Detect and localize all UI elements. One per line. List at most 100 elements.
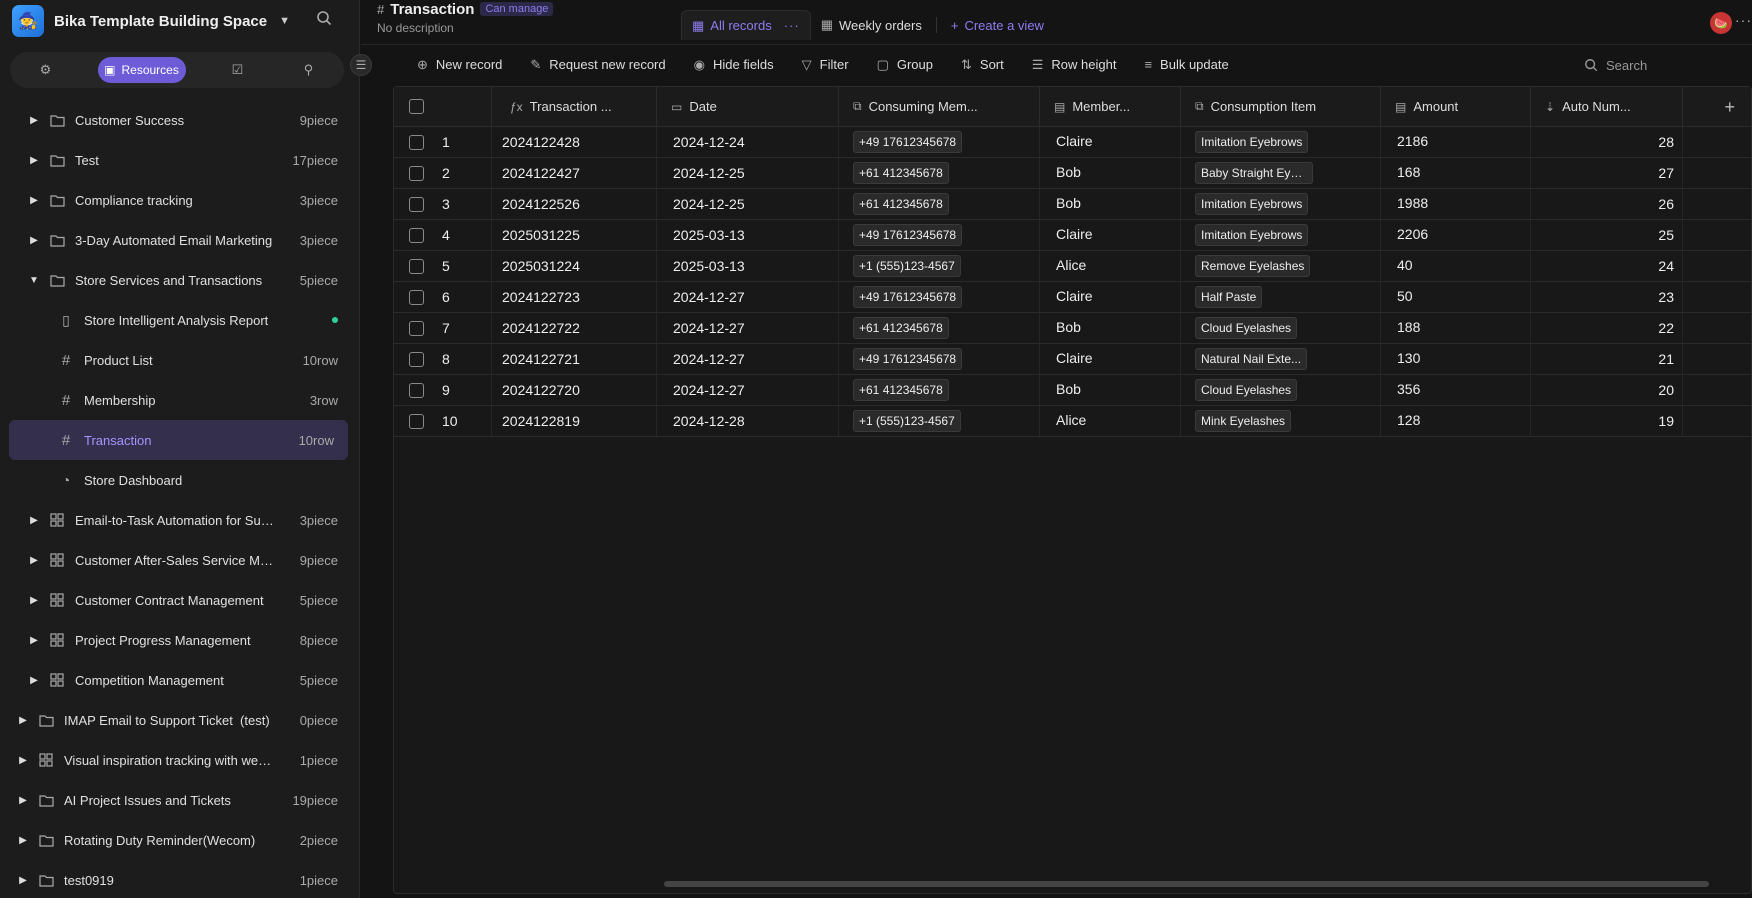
amount-cell[interactable]: 40 xyxy=(1381,251,1531,281)
avatar[interactable]: 🍉 xyxy=(1710,12,1732,34)
table-row[interactable]: 3 2024122526 2024-12-25 +61 412345678 Bob Imi… xyxy=(394,189,1751,220)
consuming-member-cell[interactable]: +49 17612345678 xyxy=(839,282,1040,312)
space-switcher[interactable]: 🧙 Bika Template Building Space ▼ xyxy=(12,4,290,38)
search-input[interactable]: Search xyxy=(1572,50,1752,80)
row-checkbox[interactable] xyxy=(409,227,424,243)
amount-cell[interactable]: 1988 xyxy=(1381,189,1531,219)
auto-number-cell[interactable]: 27 xyxy=(1531,158,1683,188)
auto-number-cell[interactable]: 23 xyxy=(1531,282,1683,312)
date-cell[interactable]: 2024-12-27 xyxy=(657,313,839,343)
caret-right-icon[interactable]: ▶ xyxy=(18,795,28,806)
member-cell[interactable]: Claire xyxy=(1040,127,1181,157)
auto-number-cell[interactable]: 25 xyxy=(1531,220,1683,250)
tab-pinned[interactable]: ⚲ xyxy=(290,57,328,83)
date-cell[interactable]: 2024-12-27 xyxy=(657,282,839,312)
member-cell[interactable]: Claire xyxy=(1040,344,1181,374)
consuming-member-cell[interactable]: +49 17612345678 xyxy=(839,220,1040,250)
sidebar-item[interactable]: ▶ Competition Management 5piece xyxy=(0,660,360,700)
page-description[interactable]: No description xyxy=(377,21,553,35)
row-checkbox[interactable] xyxy=(409,165,424,181)
tab-weekly-orders[interactable]: ▦ Weekly orders xyxy=(811,10,932,40)
member-cell[interactable]: Alice xyxy=(1040,406,1181,436)
amount-cell[interactable]: 2186 xyxy=(1381,127,1531,157)
consumption-item-cell[interactable]: Cloud Eyelashes xyxy=(1181,313,1381,343)
amount-cell[interactable]: 356 xyxy=(1381,375,1531,405)
member-cell[interactable]: Claire xyxy=(1040,282,1181,312)
bulk-update-button[interactable]: ≡ Bulk update xyxy=(1132,50,1240,80)
more-options-icon[interactable]: ··· xyxy=(1735,12,1752,28)
table-row[interactable]: 1 2024122428 2024-12-24 +49 17612345678 Clai… xyxy=(394,127,1751,158)
row-checkbox[interactable] xyxy=(409,258,424,274)
transaction-id-cell[interactable]: 2025031224 xyxy=(492,251,657,281)
sidebar-item[interactable]: ◔ Store Dashboard xyxy=(0,460,360,500)
table-row[interactable]: 7 2024122722 2024-12-27 +61 412345678 Bob Clo… xyxy=(394,313,1751,344)
consuming-member-cell[interactable]: +61 412345678 xyxy=(839,158,1040,188)
sidebar-item[interactable]: # Product List 10row xyxy=(0,340,360,380)
consumption-item-cell[interactable]: Half Paste xyxy=(1181,282,1381,312)
table-row[interactable]: 8 2024122721 2024-12-27 +49 17612345678 Clai… xyxy=(394,344,1751,375)
table-row[interactable]: 6 2024122723 2024-12-27 +49 17612345678 Clai… xyxy=(394,282,1751,313)
member-cell[interactable]: Bob xyxy=(1040,375,1181,405)
sidebar-item[interactable]: ▶ Rotating Duty Reminder(Wecom) 2piece xyxy=(0,820,360,860)
consumption-item-cell[interactable]: Imitation Eyebrows xyxy=(1181,127,1381,157)
member-cell[interactable]: Bob xyxy=(1040,158,1181,188)
member-cell[interactable]: Alice xyxy=(1040,251,1181,281)
caret-right-icon[interactable]: ▶ xyxy=(29,515,39,526)
sidebar-item[interactable]: ▶ IMAP Email to Support Ticket (test) 0pie… xyxy=(0,700,360,740)
transaction-id-cell[interactable]: 2024122819 xyxy=(492,406,657,436)
consumption-item-cell[interactable]: Remove Eyelashes xyxy=(1181,251,1381,281)
more-icon[interactable]: ··· xyxy=(784,18,800,33)
column-header[interactable]: ⇣ Auto Num... xyxy=(1531,87,1683,126)
member-cell[interactable]: Claire xyxy=(1040,220,1181,250)
row-checkbox[interactable] xyxy=(409,196,424,212)
table-row[interactable]: 9 2024122720 2024-12-27 +61 412345678 Bob Clo… xyxy=(394,375,1751,406)
table-row[interactable]: 5 2025031224 2025-03-13 +1 (555)123-4567 Ali… xyxy=(394,251,1751,282)
table-row[interactable]: 2 2024122427 2024-12-25 +61 412345678 Bob Bab… xyxy=(394,158,1751,189)
consuming-member-cell[interactable]: +49 17612345678 xyxy=(839,344,1040,374)
transaction-id-cell[interactable]: 2024122427 xyxy=(492,158,657,188)
sidebar-item[interactable]: ▯ Store Intelligent Analysis Report xyxy=(0,300,360,340)
member-cell[interactable]: Bob xyxy=(1040,313,1181,343)
row-checkbox[interactable] xyxy=(409,351,424,367)
group-button[interactable]: ▢ Group xyxy=(865,50,945,80)
caret-right-icon[interactable]: ▶ xyxy=(29,635,39,646)
select-all-checkbox[interactable] xyxy=(409,99,424,114)
collapse-sidebar-icon[interactable]: ☰ xyxy=(350,54,372,76)
consuming-member-cell[interactable]: +61 412345678 xyxy=(839,375,1040,405)
consuming-member-cell[interactable]: +1 (555)123-4567 xyxy=(839,406,1040,436)
consuming-member-cell[interactable]: +49 17612345678 xyxy=(839,127,1040,157)
row-checkbox[interactable] xyxy=(409,413,424,429)
auto-number-cell[interactable]: 24 xyxy=(1531,251,1683,281)
sidebar-item[interactable]: ▶ Customer Success 9piece xyxy=(0,100,360,140)
date-cell[interactable]: 2024-12-28 xyxy=(657,406,839,436)
transaction-id-cell[interactable]: 2024122428 xyxy=(492,127,657,157)
auto-number-cell[interactable]: 22 xyxy=(1531,313,1683,343)
consuming-member-cell[interactable]: +61 412345678 xyxy=(839,189,1040,219)
tab-missions[interactable]: ☑ xyxy=(219,57,257,83)
sidebar-item[interactable]: ▶ 3-Day Automated Email Marketing 3piece xyxy=(0,220,360,260)
date-cell[interactable]: 2024-12-25 xyxy=(657,189,839,219)
sidebar-item[interactable]: ▶ Visual inspiration tracking with web ..… xyxy=(0,740,360,780)
create-view-button[interactable]: + Create a view xyxy=(941,10,1054,40)
caret-right-icon[interactable]: ▶ xyxy=(29,155,39,166)
transaction-id-cell[interactable]: 2025031225 xyxy=(492,220,657,250)
date-cell[interactable]: 2024-12-27 xyxy=(657,375,839,405)
caret-right-icon[interactable]: ▶ xyxy=(18,755,28,766)
sidebar-item[interactable]: ▶ AI Project Issues and Tickets 19piece xyxy=(0,780,360,820)
transaction-id-cell[interactable]: 2024122722 xyxy=(492,313,657,343)
auto-number-cell[interactable]: 26 xyxy=(1531,189,1683,219)
sidebar-item[interactable]: # Transaction 10row xyxy=(9,420,348,460)
sidebar-item[interactable]: ▶ Customer After-Sales Service Ma... 9piec… xyxy=(0,540,360,580)
consumption-item-cell[interactable]: Natural Nail Exte... xyxy=(1181,344,1381,374)
tab-all-records[interactable]: ▦ All records ··· xyxy=(681,10,811,40)
amount-cell[interactable]: 188 xyxy=(1381,313,1531,343)
consumption-item-cell[interactable]: Cloud Eyelashes xyxy=(1181,375,1381,405)
date-cell[interactable]: 2024-12-27 xyxy=(657,344,839,374)
request-record-button[interactable]: ✎ Request new record xyxy=(518,50,677,80)
row-checkbox[interactable] xyxy=(409,320,424,336)
row-height-button[interactable]: ☰ Row height xyxy=(1020,50,1129,80)
amount-cell[interactable]: 128 xyxy=(1381,406,1531,436)
caret-right-icon[interactable]: ▶ xyxy=(29,235,39,246)
consumption-item-cell[interactable]: Imitation Eyebrows xyxy=(1181,189,1381,219)
tab-resources[interactable]: ▣ Resources xyxy=(97,57,186,83)
